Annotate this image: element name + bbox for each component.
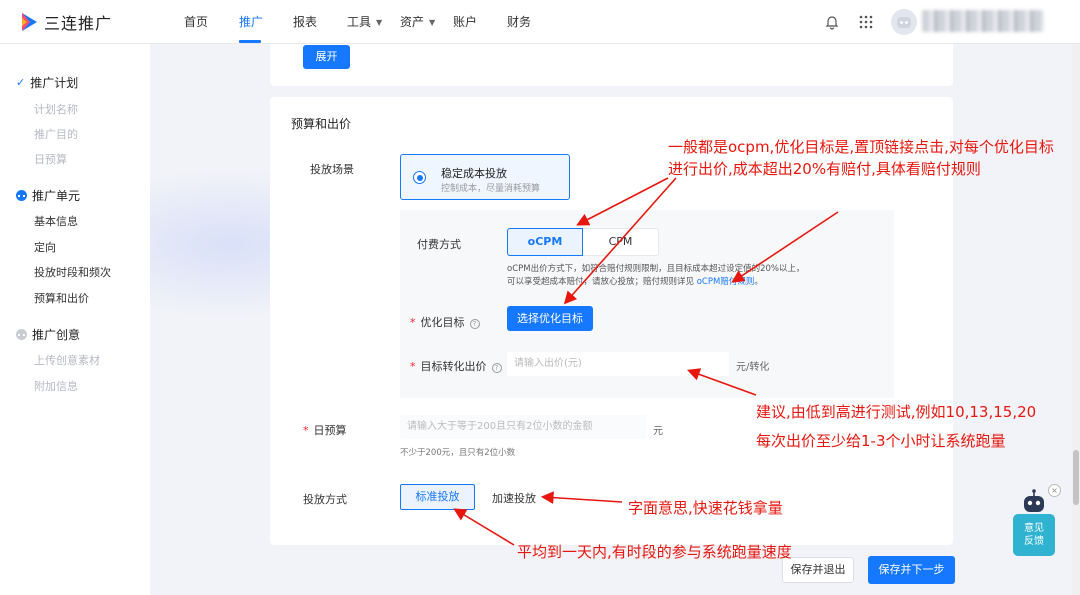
annotation-bid-line2: 每次出价至少给1-3个小时让系统跑量 [756,432,1006,450]
scene-option-title: 稳定成本投放 [441,167,507,180]
save-exit-button[interactable]: 保存并退出 [782,557,854,583]
robot-assistant-icon[interactable] [1020,488,1048,516]
avatar[interactable] [891,9,917,35]
daily-budget-input[interactable]: 请输入大于等于200且只有2位小数的金额 [400,415,646,439]
help-icon[interactable]: ? [491,363,502,373]
sidebar-section-unit[interactable]: 推广单元 [16,187,80,204]
ocpm-compensation-rules-link[interactable]: oCPM赔付规则 [697,277,755,287]
sidebar-item-plan-purpose[interactable]: 推广目的 [34,126,78,142]
scene-option-subtitle: 控制成本，尽量消耗预算 [441,184,541,194]
accelerated-delivery-option[interactable]: 加速投放 [492,490,536,506]
bid-label: * 目标转化出价? [410,358,502,374]
scrollbar-thumb[interactable] [1073,450,1079,505]
sidebar-item-schedule[interactable]: 投放时段和频次 [34,264,111,280]
sidebar-item-targeting[interactable]: 定向 [34,239,56,255]
pending-dots-icon [16,329,27,340]
brand-name: 三连推广 [44,14,113,33]
chevron-down-icon: ▼ [376,18,383,27]
payment-note-line1: oCPM出价方式下，如符合赔付规则限制，且目标成本超过设定值的20%以上， [507,264,805,274]
nav-promotion[interactable]: 推广 [239,0,263,44]
close-icon[interactable]: × [1048,484,1061,497]
top-navbar: 三连推广 首页 推广 报表 工具 ▼ 资产 ▼ 账户 财务 [0,0,1080,44]
sidebar-section-creative[interactable]: 推广创意 [16,326,80,343]
optimize-label: * 优化目标? [410,314,480,330]
expand-button[interactable]: 展开 [303,45,350,69]
payment-cpm-option[interactable]: CPM [583,228,659,256]
standard-delivery-option[interactable]: 标准投放 [400,484,475,510]
nav-active-indicator [239,40,261,43]
payment-ocpm-option[interactable]: oCPM [507,228,583,256]
daily-budget-label: * 日预算 [303,424,347,437]
sidebar-section-plan[interactable]: ✓ 推广计划 [16,74,78,91]
chevron-down-icon: ▼ [429,18,436,27]
sidebar-item-daily-budget[interactable]: 日预算 [34,151,67,167]
radio-selected-icon[interactable] [413,171,426,184]
annotation-accelerated: 字面意思,快速花钱拿量 [628,499,783,517]
sidebar-item-basic-info[interactable]: 基本信息 [34,213,78,229]
scene-label: 投放场景 [310,163,354,176]
delivery-method-label: 投放方式 [303,493,347,506]
nav-account[interactable]: 账户 [453,0,477,44]
sidebar-item-upload-creative[interactable]: 上传创意素材 [34,352,100,368]
help-icon[interactable]: ? [469,319,480,329]
check-icon: ✓ [16,76,26,89]
nav-finance[interactable]: 财务 [507,0,531,44]
sidebar-item-budget-bid[interactable]: 预算和出价 [34,290,89,306]
play-logo-icon [22,13,37,31]
feedback-button[interactable]: 意见 反馈 [1013,514,1055,556]
annotation-bid-line1: 建议,由低到高进行测试,例如10,13,15,20 [756,403,1037,421]
annotation-ocpm-line1: 一般都是ocpm,优化目标是,置顶链接点击,对每个优化目标 [668,138,1054,156]
sidebar-item-plan-name[interactable]: 计划名称 [34,101,78,117]
select-optimize-target-button[interactable]: 选择优化目标 [507,306,593,331]
nav-home[interactable]: 首页 [184,0,208,44]
user-info-redacted[interactable] [922,10,1044,32]
save-next-button[interactable]: 保存并下一步 [868,556,955,584]
bid-input[interactable]: 请输入出价(元) [507,352,729,376]
daily-budget-hint: 不少于200元，且只有2位小数 [400,448,516,458]
bid-unit: 元/转化 [736,362,770,373]
previous-section-card [270,44,953,86]
annotation-ocpm-line2: 进行出价,成本超出20%有赔付,具体看赔付规则 [668,160,981,178]
nav-reports[interactable]: 报表 [293,0,317,44]
daily-budget-unit: 元 [653,426,663,437]
scene-option-stable-cost[interactable]: 稳定成本投放 控制成本，尽量消耗预算 [400,154,570,200]
nav-tools[interactable]: 工具 ▼ [347,0,382,44]
progress-dots-icon [16,190,27,201]
payment-label: 付费方式 [417,238,461,251]
sidebar-item-extra-info[interactable]: 附加信息 [34,378,78,394]
robot-avatar-icon [897,17,911,28]
scrollbar-track[interactable] [1072,44,1080,595]
annotation-standard: 平均到一天内,有时段的参与系统跑量速度 [517,543,792,561]
brand-logo[interactable]: 三连推广 [20,11,112,33]
section-title: 预算和出价 [291,117,352,131]
nav-assets[interactable]: 资产 ▼ [400,0,435,44]
bell-icon[interactable] [823,13,841,31]
apps-grid-icon[interactable] [857,13,875,31]
payment-note-line2: 可以享受超成本赔付，请放心投放；赔付规则详见 oCPM赔付规则。 [507,277,763,287]
